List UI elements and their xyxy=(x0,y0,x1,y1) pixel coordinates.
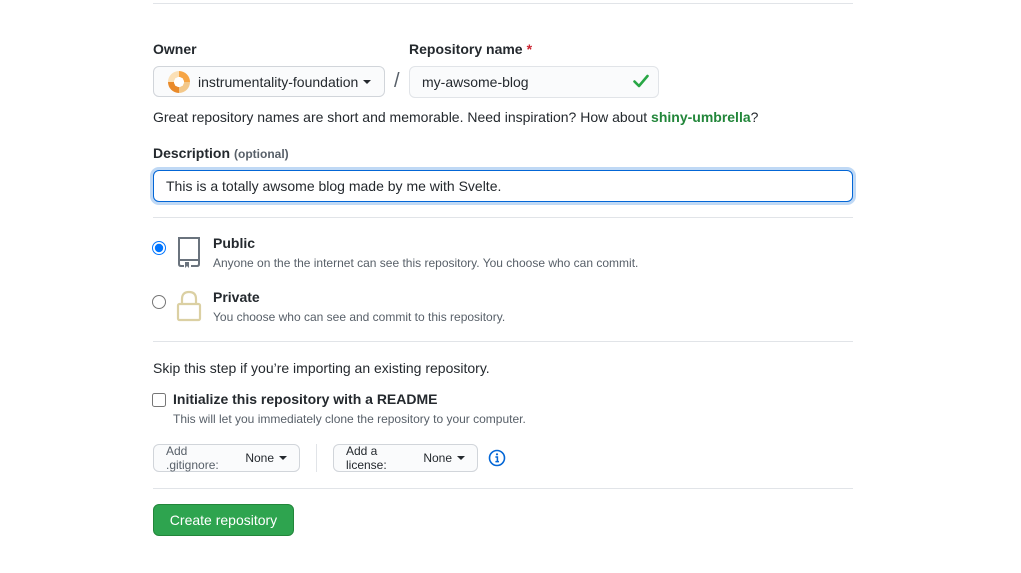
caret-down-icon xyxy=(279,456,287,460)
owner-value: instrumentality-foundation xyxy=(198,73,359,90)
private-radio[interactable] xyxy=(152,295,166,309)
description-label: Description (optional) xyxy=(153,145,289,161)
owner-select[interactable]: instrumentality-foundation xyxy=(153,66,385,97)
check-icon xyxy=(633,74,649,88)
select-separator xyxy=(316,444,317,472)
name-hint-suffix: ? xyxy=(750,109,759,125)
public-subtitle: Anyone on the the internet can see this … xyxy=(213,256,639,270)
private-subtitle: You choose who can see and commit to thi… xyxy=(213,310,506,324)
public-radio[interactable] xyxy=(152,241,166,255)
divider-before-submit xyxy=(153,488,853,489)
name-hint-text: Great repository names are short and mem… xyxy=(153,109,652,125)
top-divider xyxy=(153,3,853,4)
gitignore-prefix: Add .gitignore: xyxy=(166,444,219,472)
create-repository-button[interactable]: Create repository xyxy=(153,504,294,536)
description-label-text: Description xyxy=(153,145,231,161)
required-mark: * xyxy=(526,41,533,57)
gitignore-value: None xyxy=(245,451,274,465)
caret-down-icon xyxy=(457,456,465,460)
readme-checkbox[interactable] xyxy=(152,393,166,407)
name-hint: Great repository names are short and mem… xyxy=(153,109,758,125)
name-suggestion[interactable]: shiny-umbrella xyxy=(651,109,751,125)
optional-tag: (optional) xyxy=(234,147,289,161)
license-prefix: Add a license: xyxy=(346,444,387,472)
license-value: None xyxy=(423,451,452,465)
readme-label: Initialize this repository with a README xyxy=(173,391,438,407)
owner-repo-separator: / xyxy=(394,70,400,92)
skip-note: Skip this step if you’re importing an ex… xyxy=(153,360,490,376)
owner-label: Owner xyxy=(153,41,197,57)
public-title: Public xyxy=(213,235,256,251)
divider-after-visibility xyxy=(153,341,853,342)
caret-down-icon xyxy=(363,79,372,84)
license-select[interactable]: Add a license: None xyxy=(333,444,478,472)
repo-book-icon xyxy=(178,237,200,268)
divider-after-description xyxy=(153,217,853,218)
info-icon[interactable] xyxy=(488,449,506,467)
repo-name-label: Repository name * xyxy=(409,41,532,57)
repo-name-label-text: Repository name xyxy=(409,41,523,57)
repo-name-input[interactable] xyxy=(409,66,659,98)
description-input[interactable] xyxy=(153,170,853,202)
owner-avatar xyxy=(168,70,190,93)
lock-icon xyxy=(176,290,202,322)
gitignore-select[interactable]: Add .gitignore: None xyxy=(153,444,300,472)
readme-subtitle: This will let you immediately clone the … xyxy=(173,412,526,426)
private-title: Private xyxy=(213,289,260,305)
